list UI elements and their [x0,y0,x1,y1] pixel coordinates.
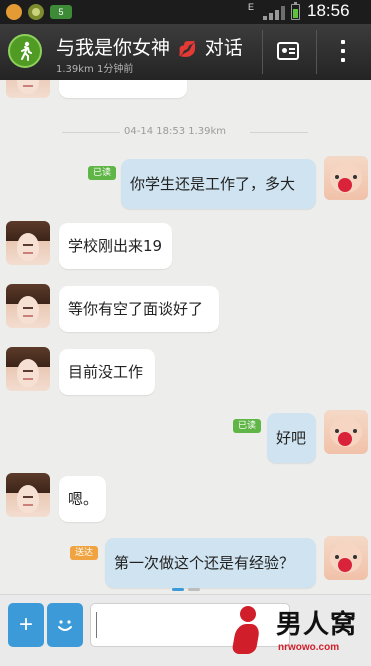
lips-icon: 💋 [178,40,197,58]
badge-icon: 5 [50,5,72,19]
contact-name: 与我是你女神 [56,37,171,59]
back-button[interactable] [8,34,42,68]
status-bar: 5 E 18:56 [0,0,371,24]
chat-header: 与我是你女神 💋 对话 1.39km 1分钟前 [0,24,371,80]
my-avatar[interactable] [324,156,368,200]
my-avatar[interactable] [324,410,368,454]
watermark-url: nrwowo.com [278,642,340,653]
emoji-button[interactable] [47,603,83,647]
contact-card-icon [277,42,299,60]
divider [62,132,120,133]
message-bubble[interactable]: 你学生还是工作了，多大 [121,159,316,209]
divider [250,132,308,133]
more-button[interactable] [317,30,369,74]
app-notification-icon [28,4,44,20]
notification-icon [6,4,22,20]
watermark-text: 男人窝 [276,610,358,640]
page-indicator [188,588,200,591]
page-indicator-active [172,588,184,591]
contact-avatar[interactable] [6,284,50,328]
message-bubble[interactable] [59,80,187,98]
profile-card-button[interactable] [263,30,315,74]
message-bubble[interactable]: 目前没工作 [59,349,155,395]
message-bubble[interactable]: 学校刚出来19 [59,223,172,269]
message-timestamp: 04-14 18:53 1.39km [124,126,227,137]
plus-button[interactable]: + [8,603,44,647]
battery-icon [291,2,300,20]
message-bubble[interactable]: 第一次做这个还是有经验？ [105,538,316,588]
message-bubble[interactable]: 等你有空了面谈好了 [59,286,219,332]
contact-avatar[interactable] [6,80,50,98]
distance-time: 1.39km 1分钟前 [56,64,134,75]
chat-list[interactable]: 04-14 18:53 1.39km 已读 你学生还是工作了，多大 学校刚出来1… [0,80,371,594]
clock: 18:56 [307,1,350,20]
signal-icon [263,6,285,20]
read-status: 已读 [88,166,117,180]
delivered-status: 送达 [70,546,99,560]
smile-icon [58,620,72,631]
contact-avatar[interactable] [6,473,50,517]
contact-avatar[interactable] [6,347,50,391]
watermark: 男人窝 nrwowo.com [228,600,371,666]
message-bubble[interactable]: 嗯。 [59,476,106,522]
network-type-icon: E [248,2,255,12]
contact-avatar[interactable] [6,221,50,265]
title-suffix: 对话 [204,37,243,59]
watermark-logo-icon [232,606,262,656]
chat-title: 与我是你女神 💋 对话 [56,33,243,60]
walking-person-icon [21,41,32,61]
my-avatar[interactable] [324,536,368,580]
more-vert-icon [341,40,345,44]
read-status: 已读 [233,419,262,433]
message-bubble[interactable]: 好吧 [267,413,316,463]
